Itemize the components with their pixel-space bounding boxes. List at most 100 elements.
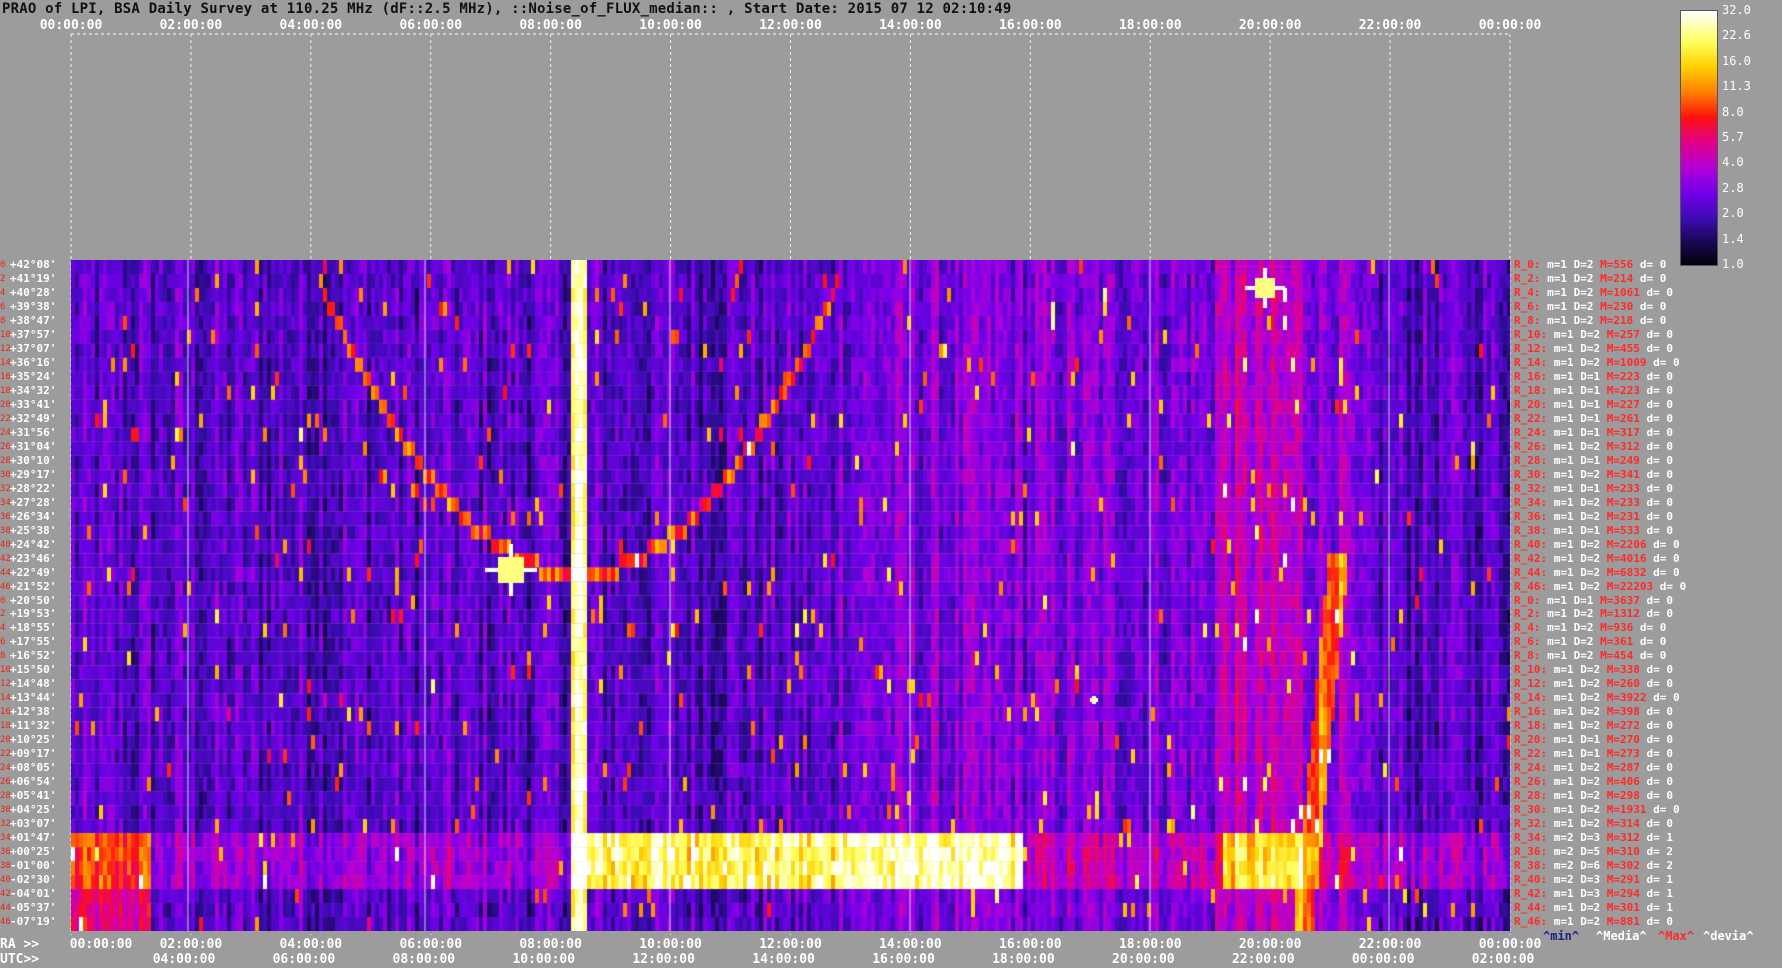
beam-stat-row: R_16: m=1 D=2 M=398 d= 0	[1514, 705, 1673, 719]
declination-label: +33°41'	[10, 397, 57, 411]
declination-label: +24°42'	[10, 537, 57, 551]
beam-stat-row: R_6: m=1 D=2 M=361 d= 0	[1514, 635, 1667, 649]
beam-stat-row: R_24: m=1 D=2 M=287 d= 0	[1514, 761, 1673, 775]
beam-stat-row: R_20: m=1 D=1 M=270 d= 0	[1514, 733, 1673, 747]
beam-stat-row: R_32: m=1 D=2 M=314 d= 0	[1514, 817, 1673, 831]
declination-label: +29°17'	[10, 467, 57, 481]
utc-tick-label: 02:00:00	[1471, 952, 1535, 967]
ra-axis-label: RA >>	[0, 937, 40, 952]
utc-tick-label: 12:00:00	[632, 952, 695, 967]
utc-tick-label: 16:00:00	[872, 952, 935, 967]
legend-min: ^min^	[1543, 929, 1580, 943]
legend-median: ^Media^	[1596, 929, 1647, 943]
beam-stat-row: R_2: m=1 D=2 M=1312 d= 0	[1514, 607, 1673, 621]
ra-tick-label: 00:00:00	[69, 937, 133, 952]
ra-tick-label: 12:00:00	[759, 937, 822, 952]
row-index: 6	[0, 637, 6, 648]
beam-stat-row: R_12: m=1 D=2 M=455 d= 0	[1514, 341, 1673, 355]
declination-label: +19°53'	[10, 607, 57, 621]
ra-tick-label: 18:00:00	[1118, 937, 1182, 952]
beam-stat-row: R_4: m=1 D=2 M=936 d= 0	[1514, 621, 1667, 635]
colorbar-tick: 32.0	[1722, 3, 1751, 17]
ra-tick-label: 02:00:00	[159, 937, 223, 952]
utc-axis-label: UTC>>	[0, 952, 40, 967]
colorbar-tick: 1.4	[1722, 231, 1744, 246]
colorbar-tick: 8.0	[1722, 104, 1744, 119]
declination-label: +16°52'	[10, 649, 57, 663]
colorbar-tick: 11.3	[1722, 79, 1751, 94]
beam-stat-row: R_4: m=1 D=2 M=1061 d= 0	[1514, 285, 1673, 299]
declination-label: -07°19'	[10, 915, 57, 929]
ra-tick-label: 04:00:00	[279, 937, 343, 952]
beam-stat-row: R_30: m=1 D=2 M=341 d= 0	[1514, 467, 1673, 481]
declination-label: +28°22'	[10, 481, 57, 495]
declination-label: -04°01'	[10, 887, 57, 901]
declination-label: +21°52'	[10, 579, 57, 593]
ra-tick-label: 00:00:00	[1478, 937, 1542, 952]
colorbar-tick: 16.0	[1722, 53, 1751, 68]
declination-label: +18°55'	[10, 621, 57, 635]
row-index: 6	[0, 301, 6, 312]
beam-stat-row: R_46: m=1 D=2 M=881 d= 0	[1514, 915, 1673, 929]
declination-label: +10°25'	[10, 733, 57, 747]
beam-stat-row: R_30: m=1 D=2 M=1931 d= 0	[1514, 803, 1680, 817]
beam-stat-row: R_10: m=1 D=2 M=338 d= 0	[1514, 663, 1673, 677]
declination-label: +13°44'	[10, 691, 57, 705]
colorbar-tick: 22.6	[1722, 28, 1751, 43]
beam-stat-row: R_28: m=1 D=2 M=298 d= 0	[1514, 789, 1673, 803]
ra-tick-label: 16:00:00	[999, 937, 1062, 952]
beam-stat-row: R_22: m=1 D=1 M=273 d= 0	[1514, 747, 1673, 761]
beam-stat-row: R_28: m=1 D=1 M=249 d= 0	[1514, 453, 1673, 467]
colorbar	[1680, 10, 1718, 266]
beam-stat-row: R_0: m=1 D=2 M=556 d= 0	[1514, 258, 1667, 271]
beam-stat-row: R_42: m=1 D=2 M=4016 d= 0	[1514, 551, 1680, 565]
utc-tick-label: 18:00:00	[992, 952, 1055, 967]
row-index: 0	[0, 595, 6, 606]
utc-tick-label: 14:00:00	[752, 952, 815, 967]
beam-stat-row: R_26: m=1 D=2 M=406 d= 0	[1514, 775, 1673, 789]
declination-label: +17°55'	[10, 635, 57, 649]
utc-tick-label: 08:00:00	[392, 952, 456, 967]
beam-stat-row: R_18: m=1 D=1 M=223 d= 0	[1514, 383, 1673, 397]
declination-label: -02°30'	[10, 873, 57, 887]
beam-stat-row: R_0: m=1 D=1 M=3637 d= 0	[1514, 593, 1673, 607]
beam-stat-row: R_22: m=1 D=1 M=261 d= 0	[1514, 411, 1673, 425]
declination-label: +31°04'	[10, 439, 57, 453]
beam-stat-row: R_2: m=1 D=2 M=214 d= 0	[1514, 271, 1667, 285]
declination-label: +00°25'	[10, 845, 57, 859]
declination-label: +37°57'	[10, 327, 57, 341]
declination-label: +30°10'	[10, 453, 57, 467]
beam-stat-row: R_40: m=2 D=3 M=291 d= 1	[1514, 873, 1673, 887]
beam-stat-row: R_16: m=1 D=1 M=223 d= 0	[1514, 369, 1673, 383]
declination-label: +04°25'	[10, 803, 57, 817]
declination-label: +41°19'	[10, 271, 57, 285]
declination-label: +01°47'	[10, 831, 57, 845]
declination-label: +22°49'	[10, 565, 57, 579]
colorbar-tick: 2.0	[1722, 206, 1744, 221]
ra-tick-label: 14:00:00	[879, 937, 942, 952]
row-index: 2	[0, 273, 6, 284]
declination-label: +36°16'	[10, 355, 57, 369]
row-index: 0	[0, 260, 6, 270]
beam-stat-row: R_24: m=1 D=1 M=317 d= 0	[1514, 425, 1673, 439]
beam-stat-row: R_36: m=1 D=2 M=231 d= 0	[1514, 509, 1673, 523]
ra-tick-label: 06:00:00	[399, 937, 463, 952]
declination-label: +32°49'	[10, 411, 57, 425]
beam-stat-row: R_14: m=1 D=2 M=3922 d= 0	[1514, 691, 1680, 705]
colorbar-tick: 5.7	[1722, 130, 1744, 144]
beam-stat-row: R_42: m=1 D=3 M=294 d= 1	[1514, 887, 1673, 901]
beam-stat-row: R_34: m=2 D=3 M=312 d= 1	[1514, 831, 1673, 845]
colorbar-tick: 1.0	[1722, 257, 1744, 271]
row-index: 8	[0, 315, 6, 326]
declination-label: +14°48'	[10, 677, 57, 691]
declination-label: +42°08'	[10, 258, 57, 271]
declination-label: +27°28'	[10, 495, 57, 509]
utc-tick-label: 00:00:00	[1351, 952, 1415, 967]
beam-stat-row: R_38: m=2 D=6 M=302 d= 2	[1514, 859, 1673, 873]
declination-label: +34°32'	[10, 383, 57, 397]
beam-stat-row: R_32: m=1 D=1 M=233 d= 0	[1514, 481, 1673, 495]
declination-label: +11°32'	[10, 719, 57, 733]
beam-stat-row: R_6: m=1 D=2 M=230 d= 0	[1514, 299, 1667, 313]
colorbar-tick: 2.8	[1722, 180, 1744, 195]
declination-label: +05°41'	[10, 789, 57, 803]
